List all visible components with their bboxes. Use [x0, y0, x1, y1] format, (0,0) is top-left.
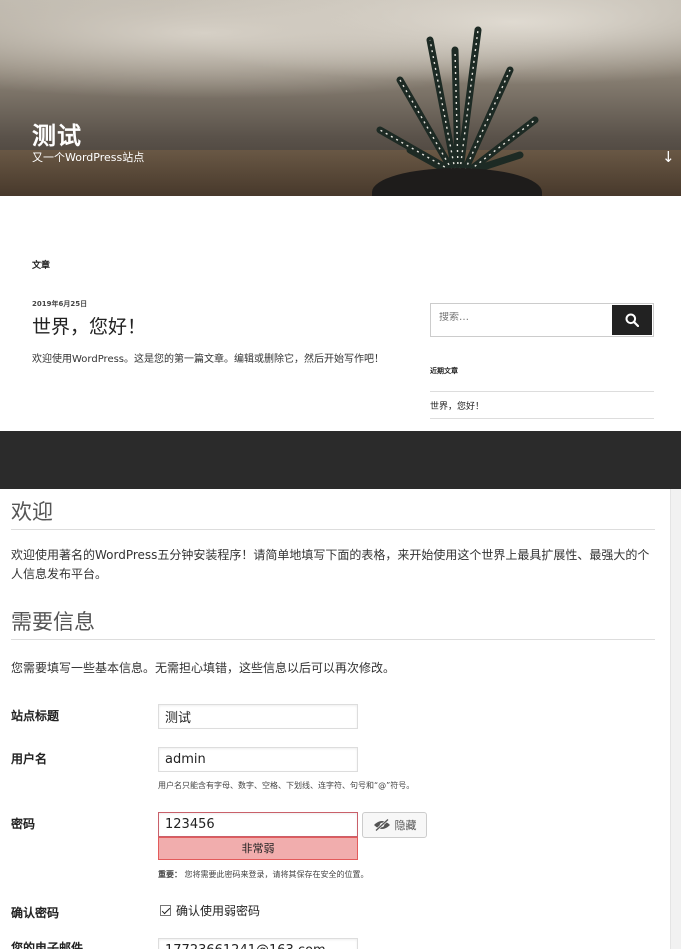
plant-image: [376, 26, 539, 174]
password-label: 密码: [11, 817, 36, 831]
password-hint-important: 重要：: [158, 870, 182, 879]
confirm-weak-password[interactable]: 确认使用弱密码: [160, 902, 260, 919]
post-date[interactable]: 2019年6月25日: [32, 299, 87, 309]
divider: [11, 639, 655, 640]
confirm-weak-checkbox[interactable]: [160, 905, 171, 916]
email-field[interactable]: [158, 938, 358, 949]
confirm-weak-checkbox-label: 确认使用弱密码: [176, 904, 261, 918]
hide-password-button[interactable]: 隐藏: [362, 812, 427, 838]
password-strength-meter: 非常弱: [158, 837, 358, 860]
required-info-heading: 需要信息: [11, 610, 95, 634]
email-label: 您的电子邮件: [11, 941, 84, 949]
site-description: 又一个WordPress站点: [32, 151, 145, 164]
search-icon: [625, 313, 639, 327]
welcome-heading: 欢迎: [11, 500, 53, 524]
eye-slash-icon: [373, 819, 390, 831]
install-panel: 欢迎 欢迎使用著名的WordPress五分钟安装程序！请简单地填写下面的表格，来…: [0, 489, 681, 949]
search-form: [430, 303, 654, 337]
confirm-password-label: 确认密码: [11, 906, 60, 920]
footer-band: [0, 431, 681, 489]
welcome-text: 欢迎使用著名的WordPress五分钟安装程序！请简单地填写下面的表格，来开始使…: [11, 548, 650, 581]
password-hint-text: 您将需要此密码来登录，请将其保存在安全的位置。: [184, 870, 369, 879]
recent-posts-heading: 近期文章: [430, 367, 458, 375]
posts-section-label: 文章: [32, 261, 51, 271]
username-hint: 用户名只能含有字母、数字、空格、下划线、连字符、句号和“@”符号。: [158, 781, 415, 790]
hide-password-label: 隐藏: [394, 820, 417, 832]
site-title-field[interactable]: [158, 704, 358, 729]
divider: [11, 529, 655, 530]
search-input[interactable]: [439, 312, 599, 323]
search-button[interactable]: [612, 305, 652, 335]
password-hint: 重要： 您将需要此密码来登录，请将其保存在安全的位置。: [158, 869, 369, 880]
site-header: 测试 又一个WordPress站点 ↓: [0, 0, 681, 196]
recent-posts-list: 世界，您好！: [430, 391, 654, 419]
post-excerpt: 欢迎使用WordPress。这是您的第一篇文章。编辑或删除它，然后开始写作吧！: [32, 354, 385, 365]
recent-post-link[interactable]: 世界，您好！: [430, 402, 484, 412]
scrollbar[interactable]: [670, 489, 681, 949]
password-field[interactable]: [158, 812, 358, 837]
site-title[interactable]: 测试: [32, 116, 82, 151]
site-title-label: 站点标题: [11, 709, 60, 723]
post-title[interactable]: 世界，您好！: [32, 312, 146, 339]
username-label: 用户名: [11, 752, 48, 766]
required-info-text: 您需要填写一些基本信息。无需担心填错，这些信息以后可以再次修改。: [11, 661, 396, 675]
scroll-down-arrow-icon[interactable]: ↓: [662, 148, 675, 166]
username-field[interactable]: [158, 747, 358, 772]
header-background: [0, 0, 681, 110]
